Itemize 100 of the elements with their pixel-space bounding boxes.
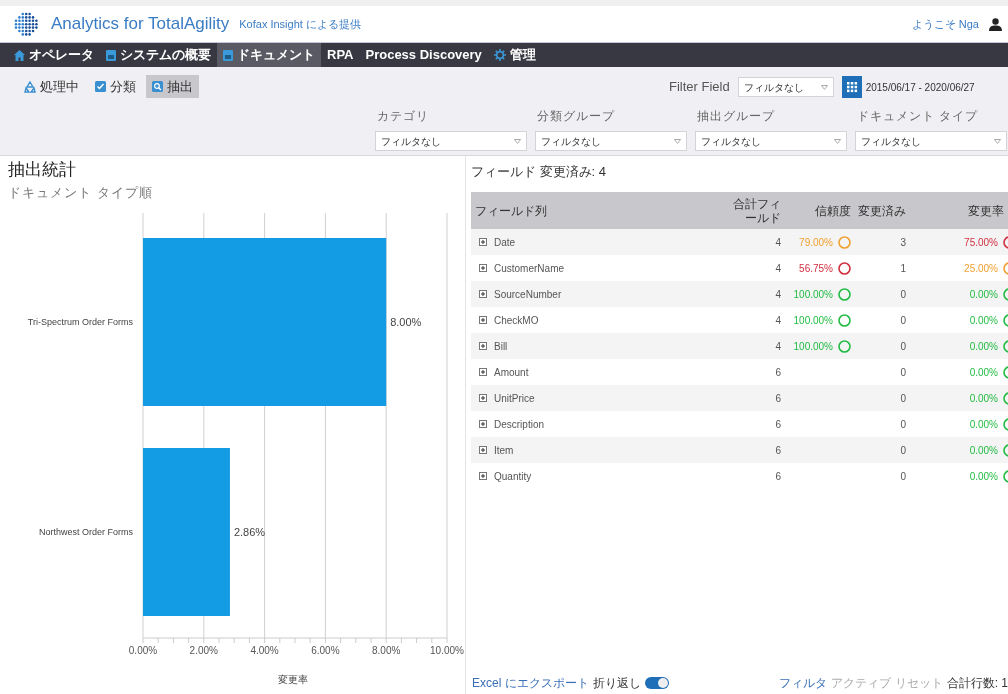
date-range-text: 2015/06/17 - 2020/06/27 [865,80,975,95]
dropdown[interactable]: フィルタなし [737,77,834,97]
value-label: 8.00% [390,316,422,328]
table-cell-text: 0.00% [969,339,998,354]
table-cell-text: CheckMO [494,313,539,328]
expand-icon[interactable] [479,472,487,480]
filter-label: 分類グループ [536,108,616,125]
expand-icon[interactable] [479,290,487,298]
table-cell-text: 100.00% [793,313,833,328]
table-cell-text: 0 [899,339,906,354]
tick-label: 8.00% [372,645,401,656]
dropdown[interactable]: フィルタなし [855,131,1007,151]
wrap-label: 折り返し [592,675,641,692]
table-cell-text: 0 [899,391,906,406]
filter-label: 抽出グループ [696,108,776,125]
table-cell-text: Description [494,417,545,432]
table-cell-text: Amount [494,365,529,380]
user-icon[interactable] [989,17,1002,31]
axis-title: 変更率 [278,674,308,685]
expand-icon[interactable] [479,420,487,428]
expand-icon[interactable] [479,446,487,454]
table-cell-text: 0 [899,469,906,484]
expand-icon[interactable] [479,342,487,350]
table-cell-text: 4 [774,287,781,302]
table-cell-text: 100.00% [793,339,833,354]
table-cell-text: 0 [899,417,906,432]
product-title: Analytics for TotalAgility [51,13,230,36]
table-cell-text: 6 [774,417,781,432]
filter-field-label: Filter Field [669,78,730,97]
active-text: アクティブ [830,675,891,692]
filter-link[interactable]: フィルタ [778,674,827,692]
table-cell-text: 0.00% [969,391,998,406]
table-cell-text: 79.00% [799,235,833,250]
dropdown[interactable]: フィルタなし [535,131,687,151]
calendar-icon[interactable] [841,76,862,98]
table-cell-text: 4 [774,339,781,354]
table-cell-text: 56.75% [799,261,833,276]
caret-icon [994,138,1001,144]
table-cell-text: 75.00% [964,235,998,250]
caret-icon [674,138,681,144]
panel-subtitle: ドキュメント タイプ順 [7,184,154,202]
checkbox-icon [95,81,106,92]
powered-by-text: Kofax Insight による提供 [239,16,361,32]
table-cell-text: 0.00% [969,365,998,380]
dropdown[interactable]: フィルタなし [695,131,847,151]
table-cell-text: CustomerName [494,261,565,276]
expand-icon[interactable] [479,316,487,324]
column-header[interactable]: フィールド列 [471,201,709,220]
document-icon [106,49,116,61]
table-cell-text: 0.00% [969,287,998,302]
wrap-toggle[interactable] [644,677,669,689]
table-cell-text: 0 [899,365,906,380]
export-link[interactable]: Excel にエクスポート [472,674,589,692]
caret-icon [820,84,828,90]
search-icon [152,81,163,92]
welcome-text: ようこそ Nga [911,16,979,32]
expand-icon[interactable] [479,394,487,402]
total-rows-text: 合計行数: 1 [946,675,1008,692]
column-header[interactable]: 変更率 [906,203,1008,218]
expand-icon[interactable] [479,264,487,272]
caret-icon [514,138,521,144]
panel-title: フィールド 変更済み: 4 [471,163,608,181]
sub-tab[interactable]: 処理中 [18,75,85,98]
table-cell-text: 4 [774,235,781,250]
table-cell-text: 25.00% [964,261,998,276]
sub-tab[interactable]: 分類 [89,75,142,98]
table-cell-text: Date [494,235,516,250]
column-header[interactable]: 信頼度 [781,203,851,218]
expand-icon[interactable] [479,368,487,376]
gear-icon [493,49,506,61]
tick-label: 10.00% [430,645,464,656]
caret-icon [834,138,841,144]
table-cell-text: 0.00% [969,443,998,458]
sub-tab[interactable]: 抽出 [146,75,199,98]
column-header[interactable]: 合計フィールド [709,196,781,225]
tick-label: 6.00% [311,645,340,656]
table-cell-text: 0 [899,443,906,458]
home-icon [14,49,25,61]
document-icon [223,49,233,61]
table-cell-text: UnitPrice [494,391,535,406]
table-cell-text: Bill [494,339,508,354]
table-cell-text: 6 [774,443,781,458]
nav-tab[interactable]: ドキュメント [217,43,321,67]
panel-title: 抽出統計 [7,159,77,181]
filter-label: カテゴリ [376,108,430,125]
value-label: 2.86% [233,526,266,538]
column-header[interactable]: 変更済み [851,203,906,218]
expand-icon[interactable] [479,238,487,246]
table-cell-text: 6 [774,469,781,484]
dropdown[interactable]: フィルタなし [375,131,527,151]
table-cell-text: 0.00% [969,469,998,484]
table-cell-text: 4 [774,261,781,276]
table-cell-text: Item [494,443,514,458]
table-cell-text: 3 [899,235,906,250]
logo-icon [14,11,39,37]
tick-label: 4.00% [250,645,279,656]
tick-label: 0.00% [128,645,158,656]
table-cell-text: 1 [899,261,906,276]
table-cell-text: 0.00% [969,417,998,432]
table-cell-text: 0 [899,287,906,302]
